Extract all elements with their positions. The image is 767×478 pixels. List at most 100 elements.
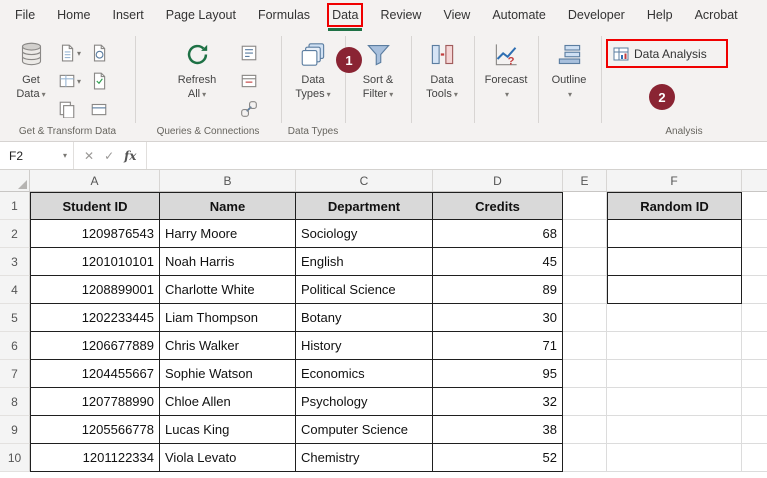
- cell-E4[interactable]: [563, 276, 607, 304]
- cell-F8[interactable]: [607, 388, 742, 416]
- cell-F7[interactable]: [607, 360, 742, 388]
- menu-item-insert[interactable]: Insert: [111, 6, 146, 24]
- menu-item-view[interactable]: View: [441, 6, 472, 24]
- cell-F5[interactable]: [607, 304, 742, 332]
- cell-F6[interactable]: [607, 332, 742, 360]
- menu-item-acrobat[interactable]: Acrobat: [693, 6, 740, 24]
- cell-C9[interactable]: Computer Science: [296, 416, 433, 444]
- cell-D8[interactable]: 32: [433, 388, 563, 416]
- menu-item-automate[interactable]: Automate: [490, 6, 548, 24]
- cell-A2[interactable]: 1209876543: [30, 220, 160, 248]
- cell-A9[interactable]: 1205566778: [30, 416, 160, 444]
- properties-icon[interactable]: [240, 70, 266, 92]
- cell-F9[interactable]: [607, 416, 742, 444]
- menu-item-formulas[interactable]: Formulas: [256, 6, 312, 24]
- row-header-7[interactable]: 7: [0, 360, 30, 388]
- cell-B9[interactable]: Lucas King: [160, 416, 296, 444]
- menu-item-help[interactable]: Help: [645, 6, 675, 24]
- cell-A1[interactable]: Student ID: [30, 192, 160, 220]
- select-all-corner[interactable]: [0, 170, 30, 191]
- edit-links-icon[interactable]: [240, 98, 266, 120]
- cell-A10[interactable]: 1201122334: [30, 444, 160, 472]
- document-icon[interactable]: [90, 42, 116, 64]
- cell-E10[interactable]: [563, 444, 607, 472]
- document-icon[interactable]: [58, 98, 84, 120]
- cell-B2[interactable]: Harry Moore: [160, 220, 296, 248]
- cell-E1[interactable]: [563, 192, 607, 220]
- cell-C3[interactable]: English: [296, 248, 433, 276]
- document-icon[interactable]: [90, 98, 116, 120]
- cell-D6[interactable]: 71: [433, 332, 563, 360]
- cell-B5[interactable]: Liam Thompson: [160, 304, 296, 332]
- cell-B1[interactable]: Name: [160, 192, 296, 220]
- cell-F4[interactable]: [607, 276, 742, 304]
- enter-button[interactable]: ✓: [104, 149, 114, 163]
- cell-F10[interactable]: [607, 444, 742, 472]
- cell-C5[interactable]: Botany: [296, 304, 433, 332]
- cell-C6[interactable]: History: [296, 332, 433, 360]
- cancel-button[interactable]: ✕: [84, 149, 94, 163]
- column-header-c[interactable]: C: [296, 170, 433, 191]
- cell-B7[interactable]: Sophie Watson: [160, 360, 296, 388]
- cell-E2[interactable]: [563, 220, 607, 248]
- cell-D4[interactable]: 89: [433, 276, 563, 304]
- cell-D1[interactable]: Credits: [433, 192, 563, 220]
- cell-F2[interactable]: [607, 220, 742, 248]
- cell-B3[interactable]: Noah Harris: [160, 248, 296, 276]
- menu-item-review[interactable]: Review: [378, 6, 423, 24]
- column-header-e[interactable]: E: [563, 170, 607, 191]
- cell-F3[interactable]: [607, 248, 742, 276]
- document-icon[interactable]: ▾: [58, 70, 84, 92]
- cell-E9[interactable]: [563, 416, 607, 444]
- insert-function-button[interactable]: fx: [124, 149, 136, 163]
- menu-item-page-layout[interactable]: Page Layout: [164, 6, 238, 24]
- cell-D2[interactable]: 68: [433, 220, 563, 248]
- menu-item-data[interactable]: Data: [330, 6, 360, 24]
- cell-E8[interactable]: [563, 388, 607, 416]
- cell-A5[interactable]: 1202233445: [30, 304, 160, 332]
- cell-B10[interactable]: Viola Levato: [160, 444, 296, 472]
- cell-A4[interactable]: 1208899001: [30, 276, 160, 304]
- cell-A7[interactable]: 1204455667: [30, 360, 160, 388]
- row-header-2[interactable]: 2: [0, 220, 30, 248]
- row-header-9[interactable]: 9: [0, 416, 30, 444]
- refresh-all-button[interactable]: Refresh All▾: [166, 38, 228, 132]
- cell-E6[interactable]: [563, 332, 607, 360]
- data-tools-button[interactable]: Data Tools▾: [414, 38, 470, 132]
- cell-D3[interactable]: 45: [433, 248, 563, 276]
- cell-D5[interactable]: 30: [433, 304, 563, 332]
- row-header-3[interactable]: 3: [0, 248, 30, 276]
- forecast-button[interactable]: ? Forecast ▾: [478, 38, 534, 132]
- cell-C10[interactable]: Chemistry: [296, 444, 433, 472]
- row-header-6[interactable]: 6: [0, 332, 30, 360]
- cell-B4[interactable]: Charlotte White: [160, 276, 296, 304]
- column-header-f[interactable]: F: [607, 170, 742, 191]
- cell-C1[interactable]: Department: [296, 192, 433, 220]
- outline-button[interactable]: Outline ▾: [541, 38, 597, 132]
- cell-C2[interactable]: Sociology: [296, 220, 433, 248]
- cell-A8[interactable]: 1207788990: [30, 388, 160, 416]
- cell-B6[interactable]: Chris Walker: [160, 332, 296, 360]
- properties-icon[interactable]: [240, 42, 266, 64]
- cell-D7[interactable]: 95: [433, 360, 563, 388]
- cell-E3[interactable]: [563, 248, 607, 276]
- cell-C8[interactable]: Psychology: [296, 388, 433, 416]
- chevron-down-icon[interactable]: ▾: [63, 151, 67, 160]
- column-header-d[interactable]: D: [433, 170, 563, 191]
- cell-F1[interactable]: Random ID: [607, 192, 742, 220]
- menu-item-file[interactable]: File: [13, 6, 37, 24]
- cell-E7[interactable]: [563, 360, 607, 388]
- menu-item-developer[interactable]: Developer: [566, 6, 627, 24]
- cell-B8[interactable]: Chloe Allen: [160, 388, 296, 416]
- column-header-a[interactable]: A: [30, 170, 160, 191]
- cell-D10[interactable]: 52: [433, 444, 563, 472]
- formula-input[interactable]: [147, 142, 767, 169]
- data-types-button[interactable]: Data Types▾: [287, 38, 339, 132]
- row-header-1[interactable]: 1: [0, 192, 30, 220]
- cell-C7[interactable]: Economics: [296, 360, 433, 388]
- cell-E5[interactable]: [563, 304, 607, 332]
- column-header-b[interactable]: B: [160, 170, 296, 191]
- get-data-button[interactable]: Get Data▾: [6, 38, 56, 132]
- document-icon[interactable]: [90, 70, 116, 92]
- document-icon[interactable]: ▾: [58, 42, 84, 64]
